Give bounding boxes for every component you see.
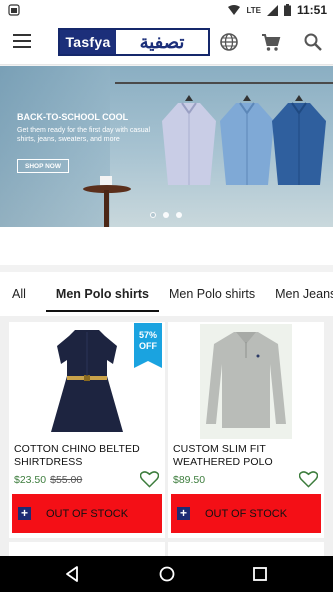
spacer-panel [0, 227, 333, 265]
carousel-dot[interactable] [176, 212, 182, 218]
status-bar: LTE 11:51 [0, 0, 333, 20]
out-of-stock-button[interactable]: + OUT OF STOCK [12, 494, 162, 533]
product-card-partial[interactable] [168, 542, 324, 556]
app-header: Tasfya تصفية [0, 20, 333, 65]
battery-icon [283, 4, 291, 16]
tab-all[interactable]: All [0, 272, 46, 316]
banner-body: Get them ready for the first day with ca… [17, 127, 151, 143]
home-icon[interactable] [157, 564, 177, 584]
product-image-shirtdress [41, 324, 133, 439]
product-image-polo [200, 324, 292, 439]
tasfya-logo[interactable]: Tasfya تصفية [58, 28, 210, 56]
wishlist-heart-icon[interactable] [140, 470, 159, 488]
status-time: 11:51 [296, 3, 327, 17]
out-of-stock-button[interactable]: + OUT OF STOCK [171, 494, 321, 533]
shop-now-button[interactable]: SHOP NOW [17, 159, 69, 173]
app-notification-icon [8, 4, 20, 16]
search-icon[interactable] [303, 32, 323, 52]
network-type: LTE [246, 5, 261, 15]
product-title[interactable]: COTTON CHINO BELTED SHIRTDRESS [14, 443, 154, 469]
tab-men-polo-shirts-2[interactable]: Men Polo shirts [159, 272, 265, 316]
back-icon[interactable] [62, 564, 82, 584]
product-card[interactable]: 57% OFF COTTON CHINO BELTED SHIRTDRESS $… [9, 322, 165, 538]
logo-arabic-text: تصفية [139, 31, 185, 52]
shirt-image [220, 95, 274, 185]
carousel-dot[interactable] [150, 212, 156, 218]
out-of-stock-label: OUT OF STOCK [45, 507, 129, 520]
product-price: $23.50 $55.00 [14, 474, 82, 486]
discount-label: 57% OFF [138, 330, 157, 351]
product-title[interactable]: CUSTOM SLIM FIT WEATHERED POLO [173, 443, 313, 469]
logo-english-text: Tasfya [60, 30, 116, 54]
side-table-image [83, 176, 131, 227]
product-price: $89.50 [173, 474, 205, 486]
shirt-image [162, 95, 216, 185]
out-of-stock-label: OUT OF STOCK [204, 507, 288, 520]
sale-price: $89.50 [173, 474, 206, 486]
recent-apps-icon[interactable] [250, 564, 270, 584]
system-navigation-bar [0, 556, 333, 592]
signal-icon [266, 4, 278, 16]
tab-men-jeans[interactable]: Men Jeans [265, 272, 333, 316]
carousel-indicator [150, 212, 182, 218]
product-card-partial[interactable] [9, 542, 165, 556]
cart-icon[interactable] [261, 32, 281, 52]
wishlist-heart-icon[interactable] [299, 470, 318, 488]
product-card[interactable]: CUSTOM SLIM FIT WEATHERED POLO $89.50 + … [168, 322, 324, 538]
promo-banner[interactable]: BACK-TO-SCHOOL COOL Get them ready for t… [0, 66, 333, 227]
sale-price: $23.50 [14, 474, 47, 486]
product-grid: 57% OFF COTTON CHINO BELTED SHIRTDRESS $… [0, 316, 333, 556]
category-tabs: All Men Polo shirts Men Polo shirts Men … [0, 272, 333, 316]
banner-headline: BACK-TO-SCHOOL COOL [17, 112, 129, 122]
wifi-icon [228, 4, 241, 15]
add-to-cart-icon: + [18, 507, 31, 520]
shirt-image [272, 95, 326, 185]
carousel-dot[interactable] [163, 212, 169, 218]
original-price: $55.00 [50, 474, 83, 486]
clothes-rail [115, 82, 333, 84]
menu-icon[interactable] [13, 34, 31, 50]
add-to-cart-icon: + [177, 507, 190, 520]
globe-icon[interactable] [219, 32, 239, 52]
tab-men-polo-shirts[interactable]: Men Polo shirts [45, 272, 160, 316]
